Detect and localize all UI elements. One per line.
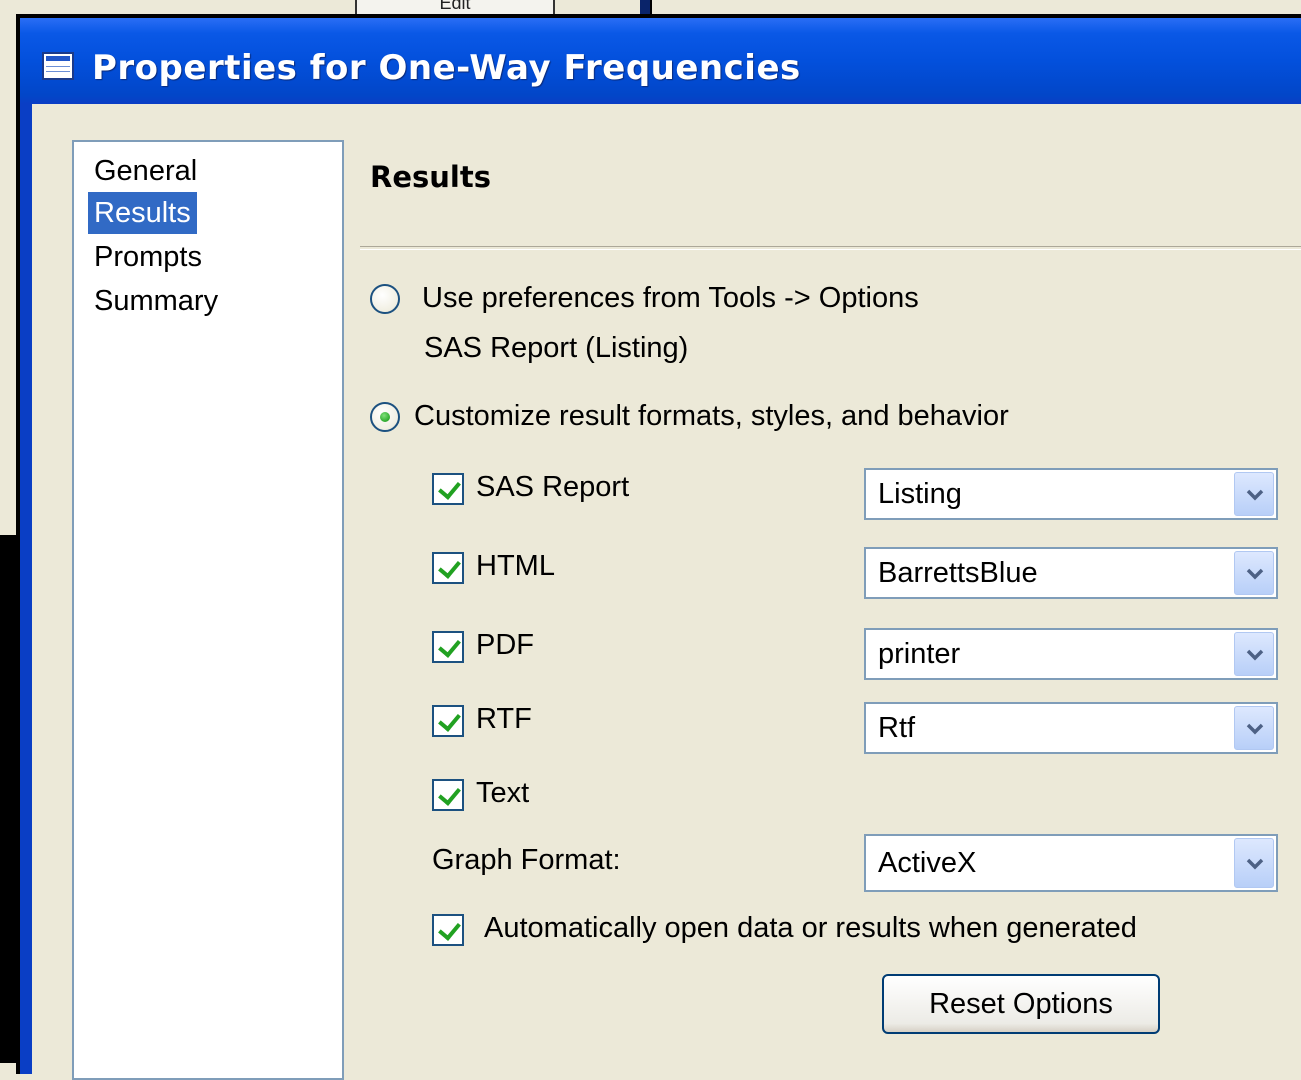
auto-open-checkbox[interactable] — [432, 914, 464, 946]
html-label[interactable]: HTML — [476, 550, 555, 583]
chevron-down-icon[interactable] — [1234, 472, 1274, 516]
chevron-down-icon[interactable] — [1234, 551, 1274, 595]
rtf-style-value: Rtf — [878, 712, 916, 744]
pdf-style-select[interactable]: printer — [864, 628, 1278, 680]
customize-label[interactable]: Customize result formats, styles, and be… — [414, 400, 1009, 433]
pdf-label[interactable]: PDF — [476, 629, 534, 662]
graph-format-value: ActiveX — [878, 847, 977, 879]
text-checkbox[interactable] — [432, 779, 464, 811]
sas-report-checkbox[interactable] — [432, 473, 464, 505]
preferences-summary: SAS Report (Listing) — [424, 332, 689, 364]
sas-report-label[interactable]: SAS Report — [476, 471, 629, 504]
rtf-checkbox[interactable] — [432, 705, 464, 737]
sas-report-style-select[interactable]: Listing — [864, 468, 1278, 520]
use-preferences-label[interactable]: Use preferences from Tools -> Options — [422, 282, 919, 315]
reset-options-button[interactable]: Reset Options — [882, 974, 1160, 1034]
dialog-client-area: General Results Prompts Summary Results … — [32, 104, 1301, 1080]
html-style-value: BarrettsBlue — [878, 557, 1038, 589]
properties-dialog: Properties for One-Way Frequencies Gener… — [16, 14, 1301, 1080]
graph-format-select[interactable]: ActiveX — [864, 834, 1278, 892]
nav-item-summary[interactable]: Summary — [88, 280, 224, 322]
background-window-edge — [640, 0, 650, 14]
properties-nav-list: General Results Prompts Summary — [72, 140, 344, 1080]
text-label[interactable]: Text — [476, 777, 529, 810]
sas-report-style-value: Listing — [878, 478, 962, 510]
pdf-checkbox[interactable] — [432, 631, 464, 663]
customize-radio[interactable] — [370, 402, 400, 432]
rtf-label[interactable]: RTF — [476, 703, 532, 736]
use-preferences-radio[interactable] — [370, 284, 400, 314]
html-style-select[interactable]: BarrettsBlue — [864, 547, 1278, 599]
dialog-title: Properties for One-Way Frequencies — [92, 48, 801, 88]
section-divider — [360, 246, 1301, 250]
properties-icon — [42, 52, 74, 80]
nav-item-general[interactable]: General — [88, 150, 203, 192]
html-checkbox[interactable] — [432, 552, 464, 584]
title-bar[interactable]: Properties for One-Way Frequencies — [20, 18, 1301, 104]
rtf-style-select[interactable]: Rtf — [864, 702, 1278, 754]
auto-open-label[interactable]: Automatically open data or results when … — [484, 912, 1137, 945]
nav-item-results[interactable]: Results — [88, 192, 197, 234]
chevron-down-icon[interactable] — [1234, 632, 1274, 676]
graph-format-label: Graph Format: — [432, 844, 621, 876]
chevron-down-icon[interactable] — [1234, 838, 1274, 888]
chevron-down-icon[interactable] — [1234, 706, 1274, 750]
nav-item-prompts[interactable]: Prompts — [88, 236, 208, 278]
section-title: Results — [370, 160, 491, 194]
pdf-style-value: printer — [878, 638, 961, 670]
